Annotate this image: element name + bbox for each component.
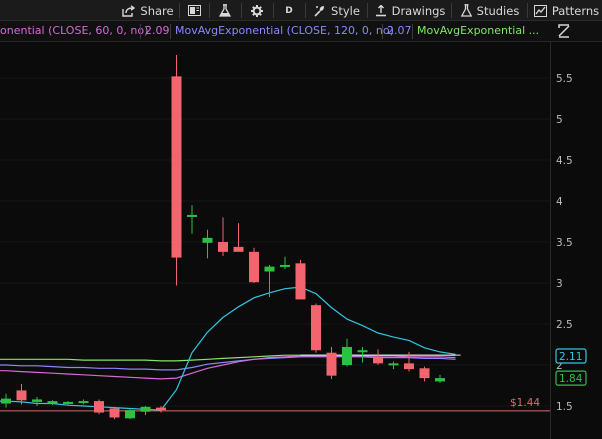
candle-down (218, 242, 228, 252)
flask-icon (219, 4, 231, 17)
candle-up (435, 378, 445, 382)
studies-button[interactable]: Studies (455, 0, 525, 21)
candle-up (264, 266, 275, 272)
toolbar-divider (451, 3, 452, 18)
candle-up (140, 406, 151, 412)
price-axis-tick: 3 (556, 278, 563, 290)
candle-down (249, 251, 259, 283)
study-ema-120-label[interactable]: MovAvgExponential (CLOSE, 120, 0, no) (172, 21, 397, 41)
chart-toolbar: Share D Style Drawings Studies Patterns (0, 0, 602, 21)
price-chart[interactable]: $1.445.554.543.532.521.52.111.84 (0, 42, 602, 439)
candle-up (342, 346, 352, 365)
candle-up (357, 350, 368, 353)
legend-divider (382, 24, 383, 39)
price-axis-tick: 4 (556, 196, 563, 208)
study-ema-120-value: 2.07 (387, 24, 412, 37)
price-axis-tick: 4.5 (556, 155, 573, 167)
chart-right-tools (540, 21, 602, 42)
study-ema-60-value: 2.09 (145, 24, 170, 37)
candle-up (280, 264, 290, 267)
drawings-label: Drawings (391, 3, 446, 18)
legend-divider (140, 24, 141, 39)
aggregation-period-label: D (285, 5, 293, 16)
toolbar-divider (273, 3, 274, 18)
studies-flask-icon (460, 4, 472, 17)
flask-button[interactable] (211, 0, 239, 21)
price-axis-tick: 5 (556, 114, 563, 126)
price-tag-label: 2.11 (559, 351, 582, 363)
candle-down (311, 305, 321, 351)
price-axis-tick: 5.5 (556, 73, 573, 85)
share-icon (122, 4, 136, 17)
candle-up (63, 401, 73, 404)
candle-down (156, 407, 166, 411)
flexible-grid-button[interactable] (181, 0, 207, 21)
candle-down (295, 263, 306, 300)
candle-down (419, 368, 430, 379)
settings-button[interactable] (243, 0, 271, 21)
drawings-button[interactable]: Drawings (371, 0, 449, 21)
patterns-icon (533, 4, 547, 17)
study-ema-60-label[interactable]: onential (CLOSE, 60, 0, no) (0, 21, 151, 41)
style-label: Style (331, 3, 360, 18)
candle-down (94, 401, 104, 413)
style-button[interactable]: Style (309, 0, 365, 21)
share-label: Share (140, 3, 174, 18)
ema-cyan-line (0, 286, 456, 411)
candle-down (171, 76, 182, 258)
price-axis-tick: 2.5 (556, 319, 573, 331)
price-tag-label: 1.84 (559, 373, 583, 385)
legend-divider (412, 24, 413, 39)
studies-label: Studies (476, 3, 520, 18)
candle-up (32, 399, 42, 402)
expand-icon[interactable] (556, 23, 572, 39)
toolbar-divider (527, 3, 528, 18)
candle-up (1, 398, 11, 404)
toolbar-divider (305, 3, 306, 18)
candle-down (16, 390, 27, 401)
patterns-label: Patterns (551, 3, 600, 18)
price-axis-tick: 1.5 (556, 401, 573, 413)
candle-up (78, 401, 89, 404)
candle-down (373, 356, 383, 364)
price-axis-tick: 3.5 (556, 237, 573, 249)
study-ema-3-label[interactable]: MovAvgExponential ... (414, 21, 540, 41)
candle-up (202, 237, 213, 243)
study-legend-row: onential (CLOSE, 60, 0, no) 2.09 MovAvgE… (0, 21, 540, 42)
legend-divider (170, 24, 171, 39)
toolbar-divider (179, 3, 180, 18)
candle-down (109, 408, 120, 418)
toolbar-divider (209, 3, 210, 18)
candle-down (326, 352, 337, 376)
candle-down (233, 246, 244, 252)
aggregation-period-button[interactable]: D (275, 0, 303, 21)
patterns-button[interactable]: Patterns (531, 0, 602, 21)
candle-up (47, 401, 58, 404)
gear-icon (251, 4, 263, 17)
toolbar-divider (241, 3, 242, 18)
candle-up (187, 214, 197, 217)
share-button[interactable]: Share (118, 0, 178, 21)
candle-up (388, 363, 399, 366)
grid-layout-icon (187, 5, 201, 16)
candle-down (404, 363, 414, 370)
candle-up (125, 410, 135, 419)
toolbar-divider (367, 3, 368, 18)
drawings-icon (375, 4, 386, 16)
style-icon (314, 5, 325, 17)
reference-price-label: $1.44 (510, 397, 540, 409)
